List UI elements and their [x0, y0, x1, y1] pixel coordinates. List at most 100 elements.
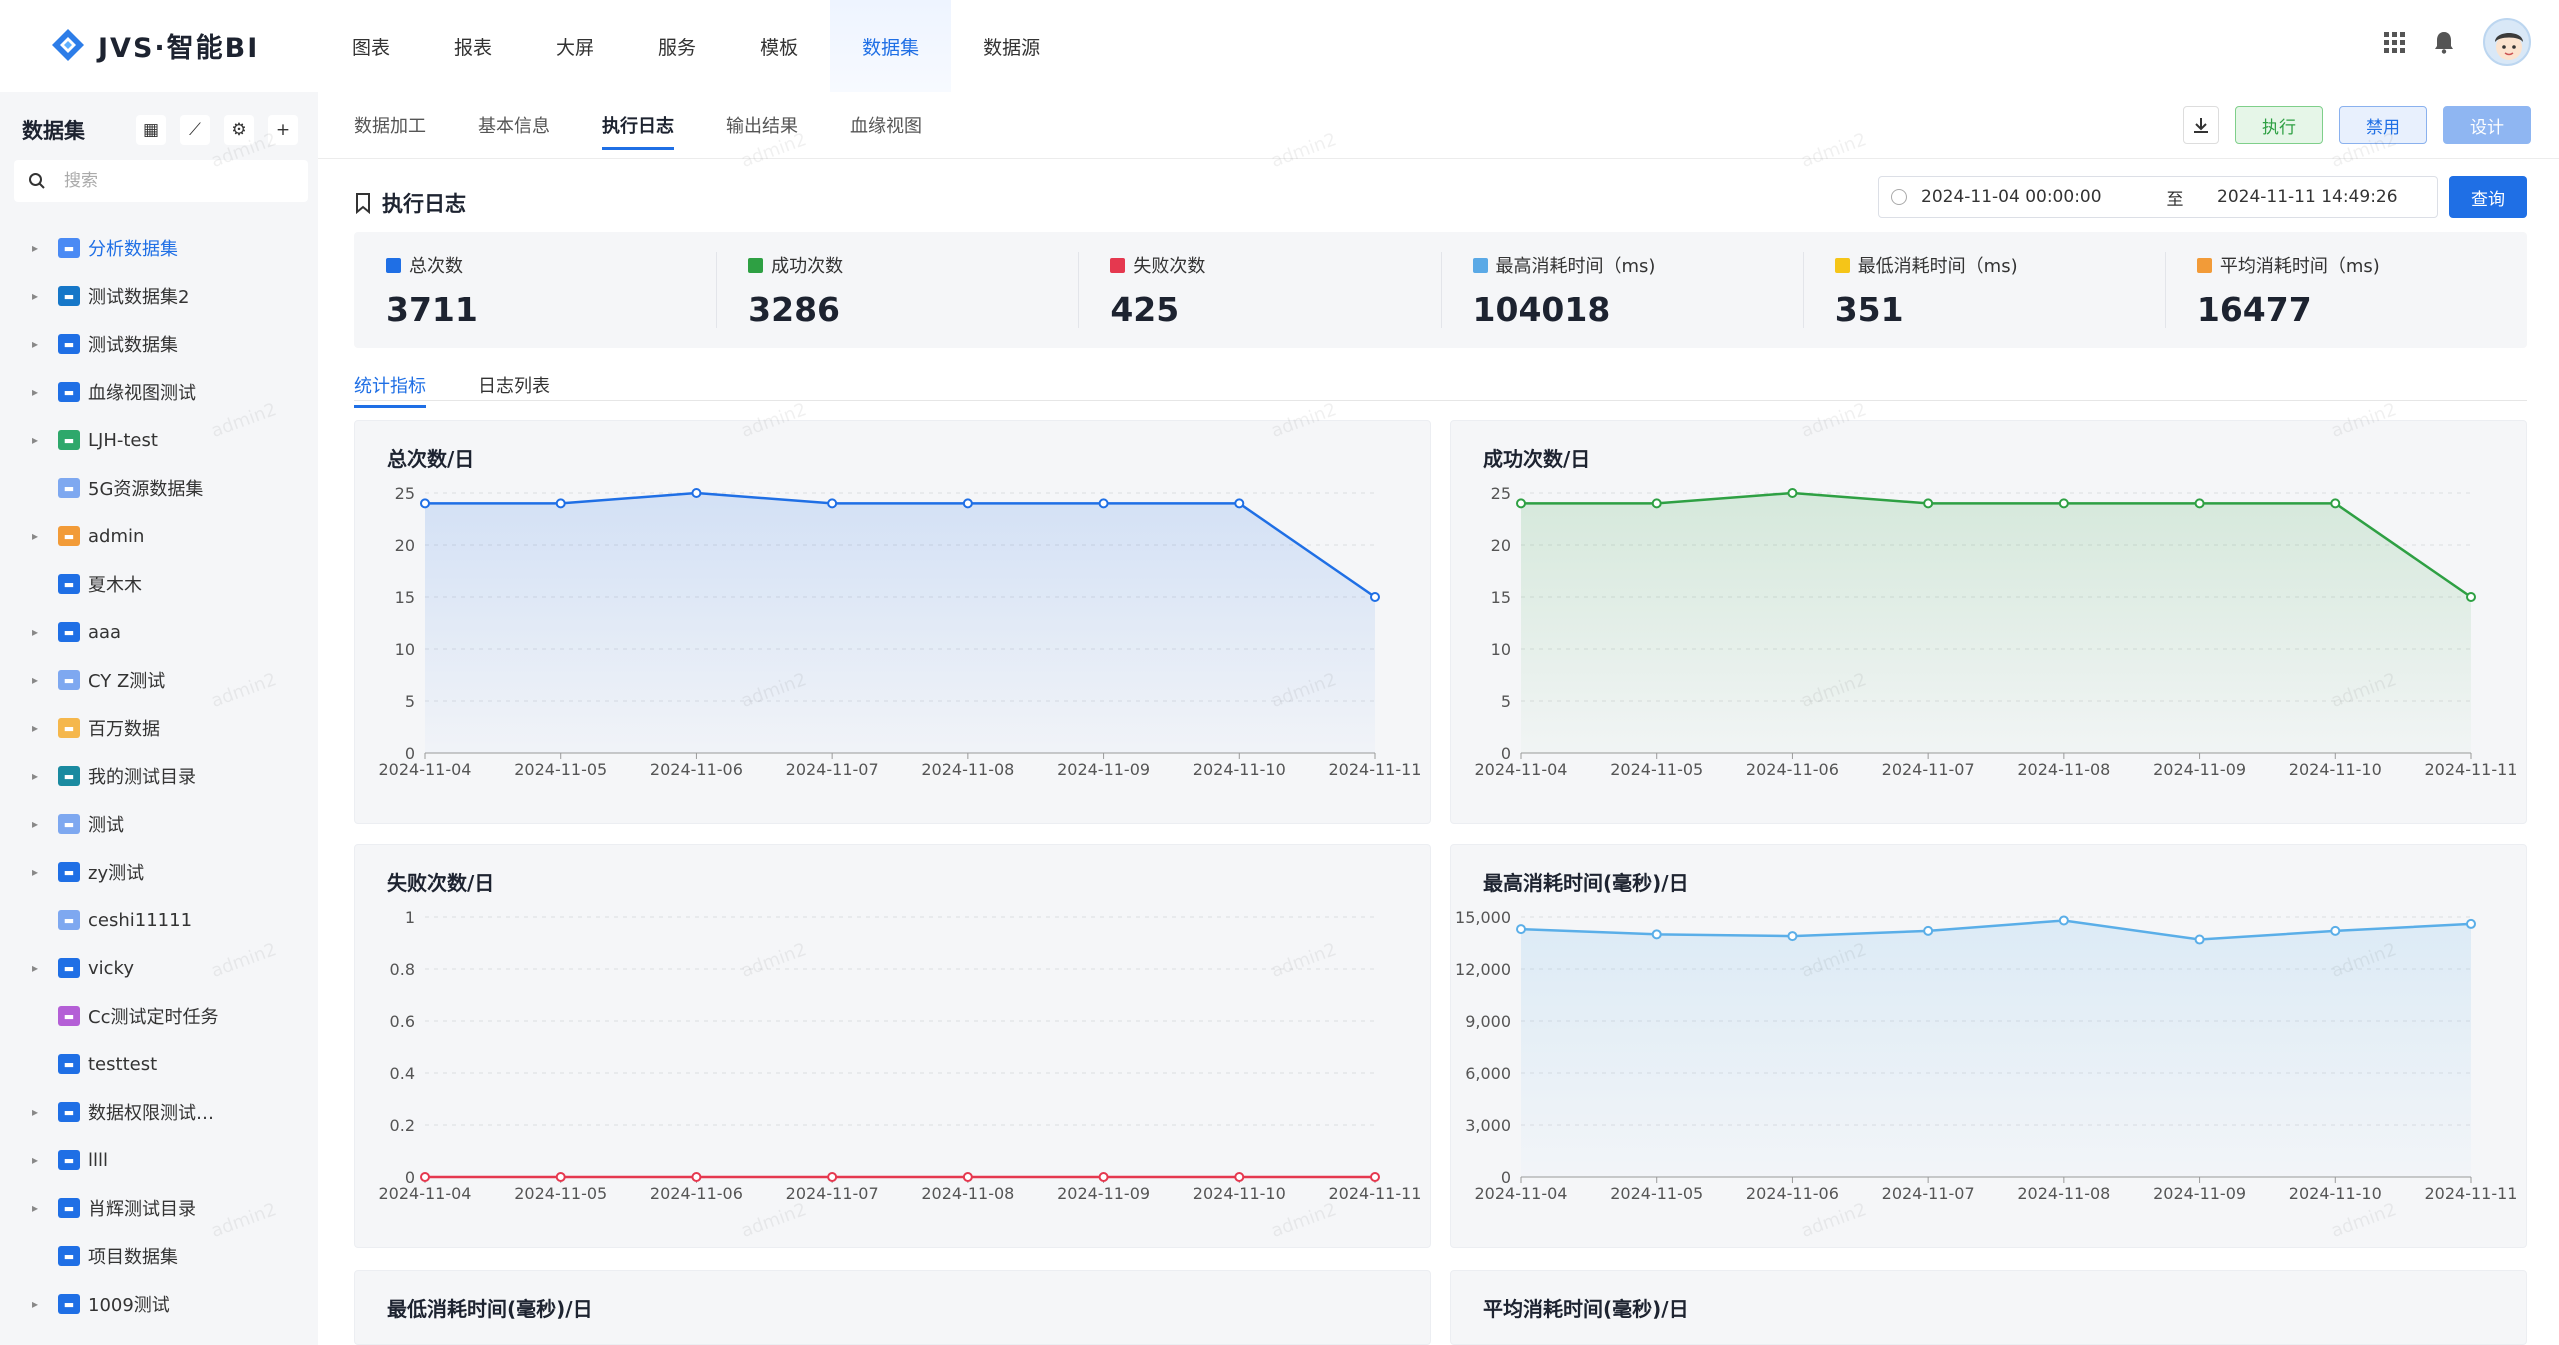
tree-item[interactable]: ▸ ▬ LJH-test	[0, 416, 318, 464]
data-point[interactable]	[1516, 498, 1526, 509]
caret-right-icon[interactable]: ▸	[28, 385, 42, 399]
tree-item[interactable]: ▸▬5G资源数据集	[0, 464, 318, 512]
data-point[interactable]	[2194, 934, 2205, 945]
data-point[interactable]	[1923, 498, 1934, 509]
query-button[interactable]: 查询	[2449, 176, 2527, 218]
data-point[interactable]	[555, 498, 566, 509]
tree-item[interactable]: ▸▬Cc测试定时任务	[0, 992, 318, 1040]
nav-item-1[interactable]: 报表	[422, 0, 524, 92]
nav-item-4[interactable]: 模板	[728, 0, 830, 92]
data-point[interactable]	[1234, 498, 1245, 509]
subtab-4[interactable]: 血缘视图	[850, 92, 922, 158]
caret-right-icon[interactable]: ▸	[28, 1297, 42, 1311]
subtab-2[interactable]: 执行日志	[602, 92, 674, 158]
tree-item[interactable]: ▸ ▬ zy测试	[0, 848, 318, 896]
date-to[interactable]: 2024-11-11 14:49:26	[2217, 187, 2398, 207]
caret-right-icon[interactable]: ▸	[28, 337, 42, 351]
data-point[interactable]	[962, 1172, 973, 1182]
data-point[interactable]	[1923, 925, 1934, 936]
settings-gear-icon[interactable]: ⚙	[224, 115, 254, 145]
tree-item[interactable]: ▸ ▬ 肖辉测试目录	[0, 1184, 318, 1232]
caret-right-icon[interactable]: ▸	[28, 673, 42, 687]
tree-item[interactable]: ▸ ▬ 测试	[0, 800, 318, 848]
tree-item[interactable]: ▸ ▬ 1009测试	[0, 1280, 318, 1328]
nav-item-6[interactable]: 数据源	[951, 0, 1072, 92]
caret-right-icon[interactable]: ▸	[28, 433, 42, 447]
download-button[interactable]	[2183, 106, 2219, 144]
subtab-1[interactable]: 基本信息	[478, 92, 550, 158]
data-point[interactable]	[1098, 498, 1109, 509]
caret-right-icon[interactable]: ▸	[28, 289, 42, 303]
subtab-3[interactable]: 输出结果	[726, 92, 798, 158]
data-point[interactable]	[2058, 498, 2069, 509]
nav-item-2[interactable]: 大屏	[524, 0, 626, 92]
data-point[interactable]	[1370, 592, 1380, 602]
tree-item[interactable]: ▸ ▬ vicky	[0, 944, 318, 992]
data-point[interactable]	[1516, 924, 1526, 935]
caret-right-icon[interactable]: ▸	[28, 1201, 42, 1215]
data-point[interactable]	[691, 488, 702, 498]
tree-item[interactable]: ▸ ▬ admin	[0, 512, 318, 560]
tree-item[interactable]: ▸ ▬ 血缘视图测试	[0, 368, 318, 416]
caret-right-icon[interactable]: ▸	[28, 625, 42, 639]
data-point[interactable]	[1787, 931, 1798, 942]
design-button[interactable]: 设计	[2443, 106, 2531, 144]
data-point[interactable]	[827, 498, 838, 509]
caret-right-icon[interactable]: ▸	[28, 529, 42, 543]
date-range-picker[interactable]: 2024-11-04 00:00:00 至 2024-11-11 14:49:2…	[1878, 176, 2438, 218]
caret-right-icon[interactable]: ▸	[28, 769, 42, 783]
data-point[interactable]	[1787, 488, 1798, 498]
data-point[interactable]	[2194, 498, 2205, 509]
caret-right-icon[interactable]: ▸	[28, 1105, 42, 1119]
tree-item[interactable]: ▸ ▬ CY Z测试	[0, 656, 318, 704]
chart-view-icon[interactable]: ⟋	[180, 115, 210, 145]
data-point[interactable]	[420, 498, 430, 509]
data-point[interactable]	[691, 1172, 702, 1182]
caret-right-icon[interactable]: ▸	[28, 817, 42, 831]
caret-right-icon[interactable]: ▸	[28, 721, 42, 735]
add-icon[interactable]: +	[268, 115, 298, 145]
tree-item[interactable]: ▸ ▬ 数据权限测试…	[0, 1088, 318, 1136]
data-point[interactable]	[1370, 1172, 1380, 1182]
bell-icon[interactable]	[2433, 30, 2455, 54]
data-point[interactable]	[1651, 498, 1662, 509]
disable-button[interactable]: 禁用	[2339, 106, 2427, 144]
tree-item[interactable]: ▸ ▬ 分析数据集	[0, 224, 318, 272]
nav-item-5[interactable]: 数据集	[830, 0, 952, 92]
data-point[interactable]	[1234, 1172, 1245, 1182]
tree-item[interactable]: ▸▬项目数据集	[0, 1232, 318, 1280]
data-point[interactable]	[2330, 498, 2341, 509]
search-input[interactable]	[64, 171, 284, 191]
data-point[interactable]	[555, 1172, 566, 1182]
nav-item-0[interactable]: 图表	[320, 0, 422, 92]
subtab-0[interactable]: 数据加工	[354, 92, 426, 158]
table-view-icon[interactable]: ▦	[136, 115, 166, 145]
data-point[interactable]	[1651, 929, 1662, 940]
tree-item[interactable]: ▸ ▬ 百万数据	[0, 704, 318, 752]
data-point[interactable]	[2330, 925, 2341, 936]
data-point[interactable]	[2466, 918, 2476, 929]
date-from[interactable]: 2024-11-04 00:00:00	[1921, 187, 2141, 207]
logo[interactable]: JVS·智能BI	[50, 20, 259, 70]
data-point[interactable]	[962, 498, 973, 509]
caret-right-icon[interactable]: ▸	[28, 1153, 42, 1167]
data-point[interactable]	[420, 1172, 430, 1182]
run-button[interactable]: 执行	[2235, 106, 2323, 144]
tree-item[interactable]: ▸ ▬ aaa	[0, 608, 318, 656]
caret-right-icon[interactable]: ▸	[28, 865, 42, 879]
caret-right-icon[interactable]: ▸	[28, 241, 42, 255]
avatar[interactable]	[2483, 18, 2531, 66]
data-point[interactable]	[2058, 915, 2069, 926]
nav-item-3[interactable]: 服务	[626, 0, 728, 92]
caret-right-icon[interactable]: ▸	[28, 961, 42, 975]
tree-item[interactable]: ▸▬夏木木	[0, 560, 318, 608]
tree-item[interactable]: ▸▬ceshi11111	[0, 896, 318, 944]
tree-item[interactable]: ▸ ▬ 我的测试目录	[0, 752, 318, 800]
tree-item[interactable]: ▸ ▬ llll	[0, 1136, 318, 1184]
tree-item[interactable]: ▸ ▬ 测试数据集	[0, 320, 318, 368]
data-point[interactable]	[2466, 592, 2476, 602]
data-point[interactable]	[827, 1172, 838, 1182]
apps-grid-icon[interactable]	[2384, 31, 2405, 53]
data-point[interactable]	[1098, 1172, 1109, 1182]
tree-item[interactable]: ▸ ▬ 测试数据集2	[0, 272, 318, 320]
